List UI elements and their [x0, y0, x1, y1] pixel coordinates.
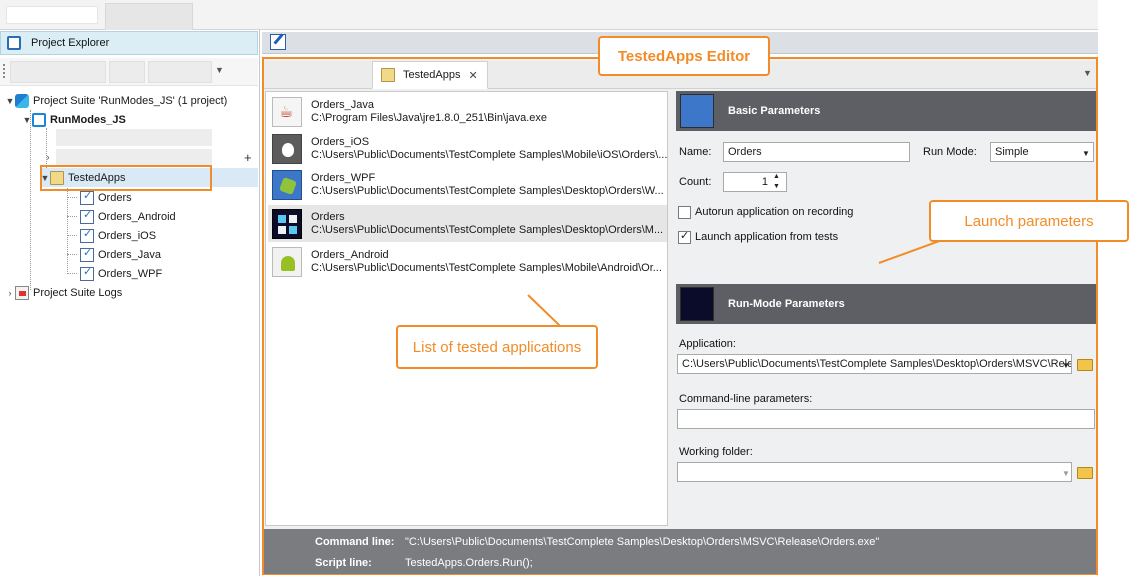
chevron-down-icon[interactable]: ▼ [1083, 68, 1092, 78]
command-line-value: "C:\Users\Public\Documents\TestComplete … [405, 536, 880, 548]
toolbar-button-group-3[interactable] [148, 61, 212, 83]
script-line-value: TestedApps.Orders.Run(); [405, 557, 533, 569]
script-line-label: Script line: [315, 557, 372, 569]
logs-icon [15, 285, 29, 300]
chevron-down-icon[interactable]: ▼ [1082, 149, 1090, 158]
project-explorer-title: Project Explorer [31, 37, 110, 49]
tree-guide [46, 128, 47, 168]
working-folder-label: Working folder: [679, 446, 753, 458]
list-item[interactable]: Orders_iOS C:\Users\Public\Documents\Test… [268, 130, 667, 167]
run-mode-select[interactable]: Simple [990, 142, 1094, 162]
list-item[interactable]: Orders_Android C:\Users\Public\Documents\… [268, 243, 667, 280]
plus-icon[interactable]: + [244, 150, 252, 165]
tested-apps-icon [381, 68, 395, 82]
expand-arrow-icon[interactable]: › [43, 152, 53, 162]
toolbar-grip[interactable] [3, 64, 6, 78]
msvc-app-icon [680, 287, 714, 321]
chevron-down-icon[interactable]: ▼ [1062, 361, 1070, 370]
command-line-label: Command line: [315, 536, 395, 548]
search-project-icon [7, 36, 21, 50]
tree-guide [67, 188, 68, 274]
wpf-app-icon [272, 169, 302, 200]
run-mode-label: Run Mode: [923, 146, 977, 158]
folder-icon[interactable] [1077, 467, 1093, 479]
project-explorer-header: Project Explorer [0, 31, 258, 55]
tree-item-project-suite-logs[interactable]: › Project Suite Logs [5, 283, 122, 302]
edit-icon[interactable] [270, 34, 286, 50]
collapse-arrow-icon[interactable]: ▼ [22, 115, 32, 125]
command-line-parameters-label: Command-line parameters: [679, 393, 813, 405]
launch-label: Launch application from tests [695, 231, 839, 243]
msvc-app-icon [272, 208, 302, 239]
tree-item-hidden[interactable] [56, 129, 212, 146]
application-label: Application: [679, 338, 736, 350]
tree-item-app[interactable]: Orders_iOS [80, 226, 156, 245]
list-item[interactable]: Orders_JavaC:\Program Files\Java\jre1.8.… [268, 93, 667, 130]
project-suite-icon [15, 93, 29, 108]
name-field[interactable]: Orders [723, 142, 910, 162]
document-tab-1[interactable] [6, 6, 98, 24]
tested-app-icon [80, 265, 94, 281]
tree-guide [30, 110, 31, 290]
spin-down-icon[interactable]: ▼ [773, 183, 780, 190]
toolbar-button-group-1[interactable] [10, 61, 106, 83]
launch-checkbox[interactable] [678, 229, 691, 244]
basic-parameters-header: Basic Parameters [676, 91, 1096, 131]
list-item-selected[interactable]: Orders C:\Users\Public\Documents\TestComp… [268, 205, 667, 242]
tree-guide [67, 273, 77, 274]
expand-arrow-icon[interactable]: › [5, 288, 15, 298]
application-field[interactable]: C:\Users\Public\Documents\TestComplete S… [677, 354, 1072, 374]
tree-guide [67, 216, 77, 217]
tested-app-icon [80, 246, 94, 262]
document-tab-2[interactable] [105, 3, 193, 30]
folder-icon[interactable] [1077, 359, 1093, 371]
tested-app-icon [80, 227, 94, 243]
android-icon [272, 246, 302, 277]
wpf-app-icon [680, 94, 714, 128]
tested-app-icon [80, 189, 94, 205]
tree-guide [67, 235, 77, 236]
count-label: Count: [679, 176, 712, 188]
tree-item-app[interactable]: Orders_Java [80, 245, 161, 264]
launch-callout: Launch parameters [929, 200, 1129, 242]
autorun-checkbox[interactable] [678, 206, 691, 219]
toolbar-button-group-2[interactable] [109, 61, 145, 83]
run-mode-parameters-header: Run-Mode Parameters [676, 284, 1096, 324]
working-folder-field[interactable] [677, 462, 1072, 482]
chevron-down-icon[interactable]: ▼ [215, 65, 224, 75]
java-icon [272, 96, 302, 127]
tree-item-app[interactable]: Orders_WPF [80, 264, 162, 283]
command-line-parameters-field[interactable] [677, 409, 1095, 429]
tree-item-app[interactable]: Orders_Android [80, 207, 176, 226]
tree-item-project[interactable]: ▼ RunModes_JS [22, 110, 126, 129]
name-label: Name: [679, 146, 712, 158]
close-icon[interactable]: ✕ [468, 69, 477, 82]
tested-app-icon [80, 208, 94, 224]
tree-item-app[interactable]: Orders [80, 188, 132, 207]
list-item[interactable]: Orders_WPF C:\Users\Public\Documents\Test… [268, 166, 667, 203]
chevron-down-icon[interactable]: ▼ [1062, 469, 1070, 478]
tree-item-project-suite[interactable]: ▼ Project Suite 'RunModes_JS' (1 project… [5, 91, 227, 110]
collapse-arrow-icon[interactable]: ▼ [5, 96, 15, 106]
list-callout: List of tested applications [396, 325, 598, 369]
editor-callout: TestedApps Editor [598, 36, 770, 76]
tab-testedapps[interactable]: TestedApps ✕ [372, 61, 488, 89]
tree-item-hidden[interactable] [56, 149, 212, 166]
project-icon [32, 112, 46, 127]
apple-icon [272, 133, 302, 164]
tree-guide [67, 254, 77, 255]
spin-up-icon[interactable]: ▲ [773, 173, 780, 180]
autorun-label: Autorun application on recording [695, 206, 854, 218]
tree-guide [67, 197, 77, 198]
